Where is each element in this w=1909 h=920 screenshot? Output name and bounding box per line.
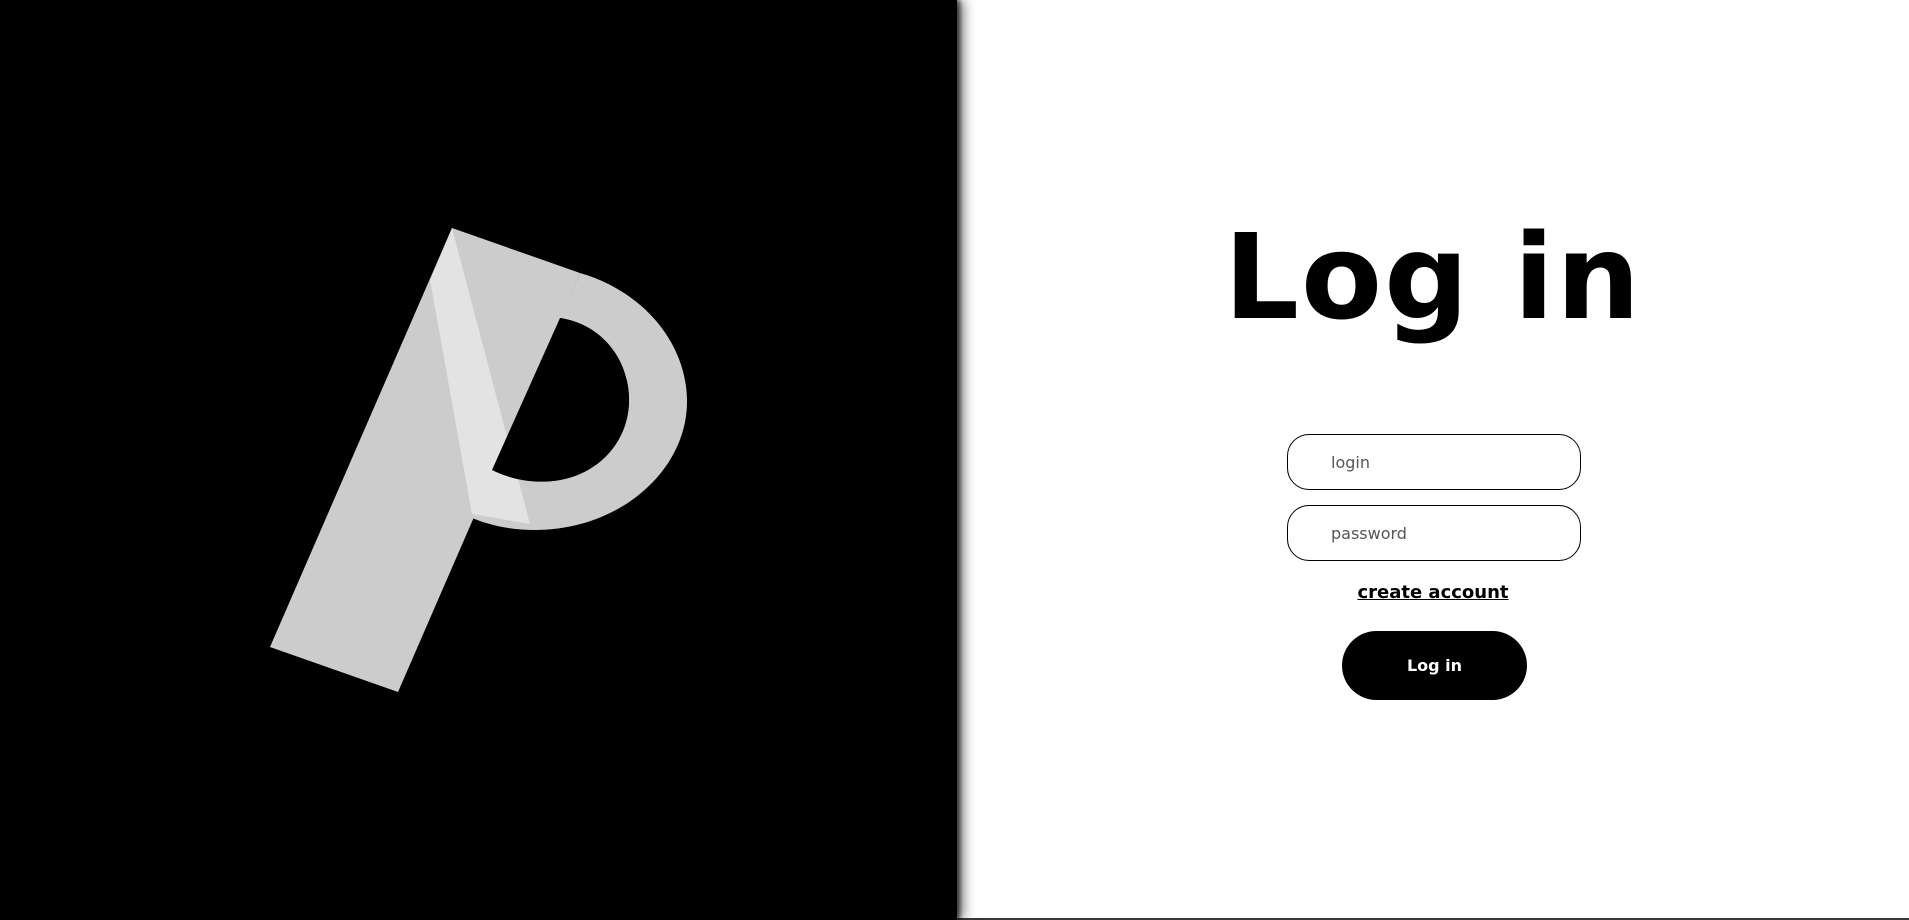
page-title: Log in [1223, 208, 1643, 346]
login-panel: Log in create account Log in [957, 0, 1909, 920]
password-input[interactable] [1288, 506, 1580, 560]
login-field[interactable] [1287, 434, 1581, 490]
create-account-link[interactable]: create account [957, 582, 1909, 603]
login-input[interactable] [1288, 435, 1580, 489]
brand-panel [0, 0, 957, 920]
p-letter-logo-icon [270, 228, 688, 692]
login-page: Log in create account Log in [0, 0, 1909, 920]
password-field[interactable] [1287, 505, 1581, 561]
login-form: Log in create account Log in [957, 0, 1909, 920]
login-button[interactable]: Log in [1342, 631, 1527, 700]
